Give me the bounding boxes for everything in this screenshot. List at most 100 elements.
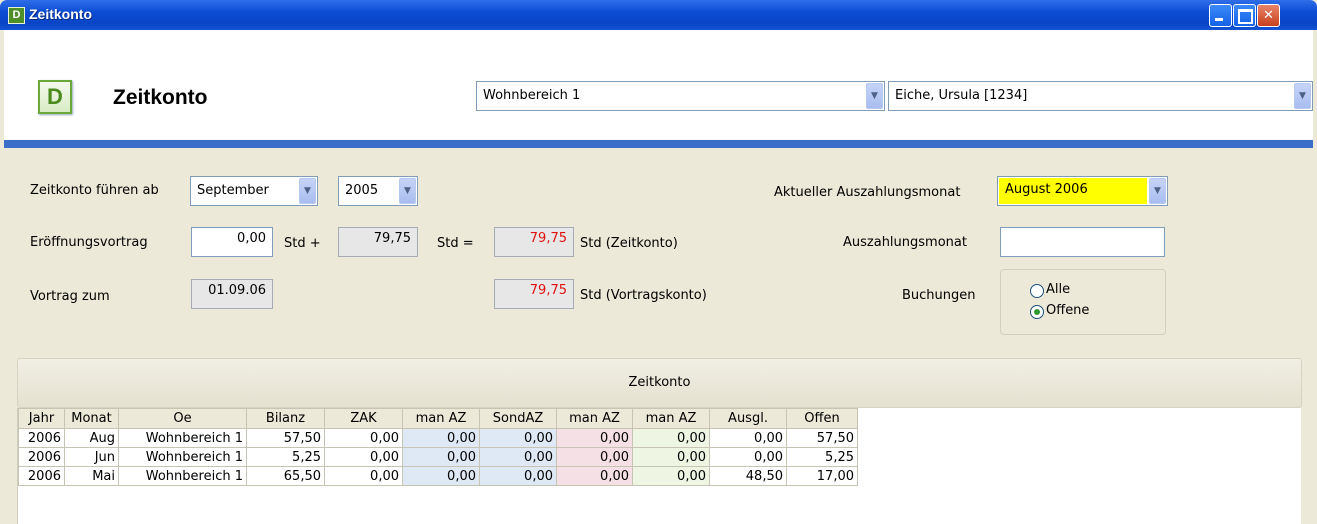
radio-all[interactable] <box>1030 284 1044 298</box>
table-cell: Wohnbereich 1 <box>118 466 247 486</box>
bookings-group: Alle Offene <box>1000 269 1166 335</box>
table-cell: 48,50 <box>709 466 787 486</box>
zeitkonto-table: Jahr Monat Oe Bilanz ZAK man AZ SondAZ m… <box>18 408 858 486</box>
radio-selected-dot <box>1034 309 1040 315</box>
table-cell: 5,25 <box>246 447 325 467</box>
table-cell: 57,50 <box>786 428 858 448</box>
table-cell: 0,00 <box>479 447 557 467</box>
section-header: Zeitkonto <box>17 358 1302 408</box>
person-select-value: Eiche, Ursula [1234] <box>895 88 1028 103</box>
table-cell: 0,00 <box>402 466 480 486</box>
close-button[interactable]: ✕ <box>1257 4 1280 27</box>
std-plus-label: Std + <box>284 236 321 251</box>
table-cell: 2006 <box>18 447 65 467</box>
chevron-down-icon[interactable]: ▼ <box>866 83 883 109</box>
chevron-down-icon[interactable]: ▼ <box>1294 83 1311 109</box>
table-cell: Wohnbereich 1 <box>118 428 247 448</box>
chevron-down-icon[interactable]: ▼ <box>299 178 316 204</box>
column-header[interactable]: man AZ <box>402 408 480 429</box>
start-year-select[interactable]: 2005 ▼ <box>338 176 418 206</box>
table-cell: Mai <box>64 466 119 486</box>
column-header[interactable]: Offen <box>786 408 858 429</box>
current-payout-value: August 2006 <box>999 178 1147 204</box>
bookings-label: Buchungen <box>902 288 976 303</box>
chevron-down-icon[interactable]: ▼ <box>399 178 416 204</box>
vortrag-unit-label: Std (Vortragskonto) <box>580 288 707 303</box>
column-header[interactable]: SondAZ <box>479 408 557 429</box>
column-header[interactable]: Monat <box>64 408 119 429</box>
table-cell: 2006 <box>18 428 65 448</box>
start-year-value: 2005 <box>345 183 379 198</box>
column-header[interactable]: Ausgl. <box>709 408 787 429</box>
table-cell: 0,00 <box>632 447 710 467</box>
column-header[interactable]: Jahr <box>18 408 65 429</box>
opening-label: Eröffnungsvortrag <box>30 235 148 250</box>
carry-label: Vortrag zum <box>30 289 110 304</box>
start-label: Zeitkonto führen ab <box>30 183 159 198</box>
opening-input[interactable]: 0,00 <box>191 227 273 257</box>
column-header[interactable]: Oe <box>118 408 247 429</box>
zeitkonto-window: D Zeitkonto ✕ D Zeitkonto Wohnbereich 1 … <box>0 0 1317 524</box>
table-cell: 0,00 <box>324 447 403 467</box>
radio-open-label[interactable]: Offene <box>1046 303 1089 318</box>
app-icon: D <box>8 7 25 24</box>
minimize-icon <box>1215 18 1223 21</box>
vortrag-value: 79,75 <box>494 279 574 309</box>
title-bar[interactable]: D Zeitkonto ✕ <box>0 0 1317 30</box>
chevron-down-icon[interactable]: ▼ <box>1149 178 1166 204</box>
table-cell: 2006 <box>18 466 65 486</box>
radio-open[interactable] <box>1030 305 1044 319</box>
table-cell: 0,00 <box>479 428 557 448</box>
column-header[interactable]: man AZ <box>632 408 710 429</box>
std-equals-label: Std = <box>437 236 474 251</box>
column-header[interactable]: ZAK <box>324 408 403 429</box>
area-select-value: Wohnbereich 1 <box>483 88 581 103</box>
table-header-row: Jahr Monat Oe Bilanz ZAK man AZ SondAZ m… <box>18 408 858 429</box>
table-row[interactable]: 2006 Mai Wohnbereich 1 65,50 0,00 0,00 0… <box>18 466 858 486</box>
table-cell: 0,00 <box>479 466 557 486</box>
window-title: Zeitkonto <box>29 6 92 22</box>
header-band: D Zeitkonto Wohnbereich 1 ▼ Eiche, Ursul… <box>4 30 1313 140</box>
current-payout-label: Aktueller Auszahlungsmonat <box>774 185 961 200</box>
header-divider <box>4 140 1313 148</box>
maximize-button[interactable] <box>1233 4 1256 27</box>
table-row[interactable]: 2006 Jun Wohnbereich 1 5,25 0,00 0,00 0,… <box>18 447 858 467</box>
current-payout-select[interactable]: August 2006 ▼ <box>997 176 1168 206</box>
table-cell: 0,00 <box>632 466 710 486</box>
start-month-value: September <box>197 183 269 198</box>
area-select[interactable]: Wohnbereich 1 ▼ <box>476 81 885 111</box>
carry-date: 01.09.06 <box>191 279 273 309</box>
table-cell: 17,00 <box>786 466 858 486</box>
table-cell: 0,00 <box>324 466 403 486</box>
zeitkonto-value: 79,75 <box>494 227 574 257</box>
plus-value: 79,75 <box>338 227 418 257</box>
table-cell: Jun <box>64 447 119 467</box>
table-cell: 0,00 <box>709 447 787 467</box>
zeitkonto-unit-label: Std (Zeitkonto) <box>580 236 678 251</box>
maximize-icon <box>1238 9 1253 24</box>
table-cell: 65,50 <box>246 466 325 486</box>
table-cell: 57,50 <box>246 428 325 448</box>
table-cell: 5,25 <box>786 447 858 467</box>
start-month-select[interactable]: September ▼ <box>190 176 318 206</box>
radio-all-label[interactable]: Alle <box>1046 282 1070 297</box>
column-header[interactable]: Bilanz <box>246 408 325 429</box>
payout-input[interactable] <box>1000 227 1165 257</box>
table-cell: Aug <box>64 428 119 448</box>
page-title: Zeitkonto <box>113 86 208 109</box>
person-select[interactable]: Eiche, Ursula [1234] ▼ <box>888 81 1313 111</box>
table-cell: 0,00 <box>324 428 403 448</box>
table-cell: 0,00 <box>709 428 787 448</box>
close-icon: ✕ <box>1263 8 1274 23</box>
table-cell: 0,00 <box>402 447 480 467</box>
payout-label: Auszahlungsmonat <box>843 235 967 250</box>
table-cell: 0,00 <box>556 466 633 486</box>
minimize-button[interactable] <box>1209 4 1232 27</box>
app-logo: D <box>38 80 72 114</box>
table-cell: 0,00 <box>556 447 633 467</box>
table-cell: 0,00 <box>556 428 633 448</box>
column-header[interactable]: man AZ <box>556 408 633 429</box>
table-cell: 0,00 <box>632 428 710 448</box>
table-cell: Wohnbereich 1 <box>118 447 247 467</box>
table-row[interactable]: 2006 Aug Wohnbereich 1 57,50 0,00 0,00 0… <box>18 428 858 448</box>
